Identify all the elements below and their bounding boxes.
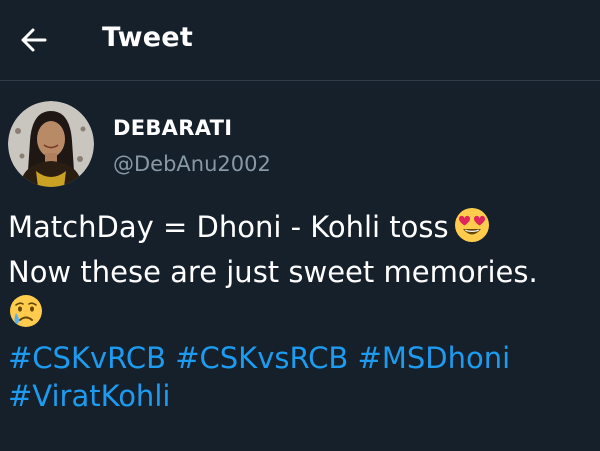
page-title: Tweet xyxy=(102,22,193,53)
author-display-name[interactable]: DEBARATI xyxy=(113,116,232,140)
hashtag-line-1: #CSKvRCB #CSKvsRCB #MSDhoni xyxy=(8,339,596,377)
hashtag-link[interactable]: #CSKvRCB xyxy=(8,341,166,375)
profile-photo-icon xyxy=(8,101,94,187)
hashtag-link[interactable]: #ViratKohli xyxy=(8,379,170,413)
avatar[interactable] xyxy=(8,101,94,187)
hashtag-line-2: #ViratKohli xyxy=(8,377,596,415)
heart-eyes-emoji-icon xyxy=(453,206,491,253)
tweet-line-2: Now these are just sweet memories. xyxy=(8,255,538,289)
tweet-line-3 xyxy=(8,291,596,339)
header-divider xyxy=(0,80,600,81)
hashtag-link[interactable]: #CSKvsRCB xyxy=(175,341,348,375)
hashtag-link[interactable]: #MSDhoni xyxy=(358,341,511,375)
arrow-left-icon xyxy=(21,28,47,52)
back-button[interactable] xyxy=(18,24,50,56)
crying-face-emoji-icon xyxy=(8,293,44,338)
tweet-line-1: MatchDay = Dhoni - Kohli toss xyxy=(8,206,596,253)
tweet-text: MatchDay = Dhoni - Kohli toss Now these … xyxy=(8,206,596,415)
top-bar: Tweet xyxy=(0,0,600,80)
tweet-line-1-text: MatchDay = Dhoni - Kohli toss xyxy=(8,210,449,244)
author-handle[interactable]: @DebAnu2002 xyxy=(113,152,271,176)
